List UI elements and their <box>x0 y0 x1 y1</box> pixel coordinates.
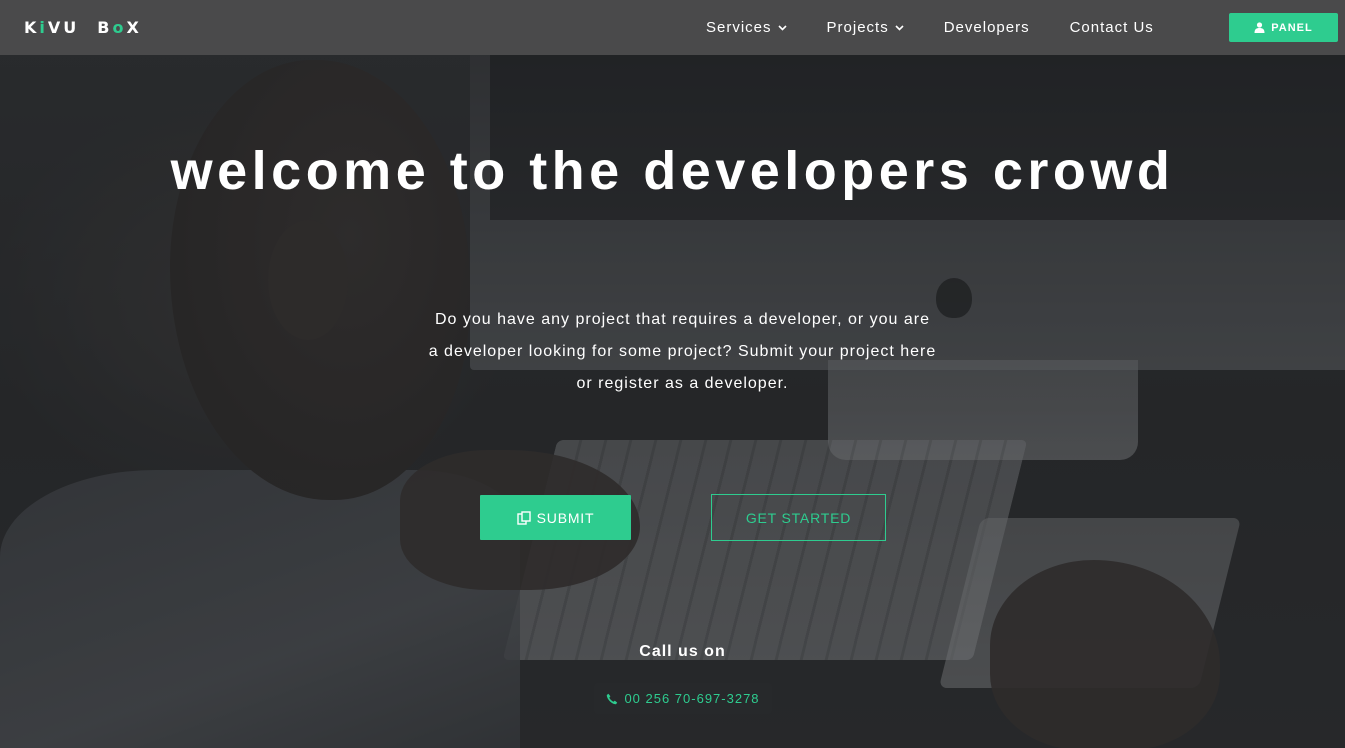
hero-description-line: a developer looking for some project? Su… <box>428 343 937 360</box>
brand-letter: U <box>63 17 80 37</box>
brand-letter: X <box>126 17 142 37</box>
brand-letter: B <box>97 17 113 37</box>
phone-icon <box>606 693 618 705</box>
nav-item-label: Services <box>706 19 772 36</box>
brand-letter: i <box>39 17 48 37</box>
nav-item-label: Contact Us <box>1069 19 1154 36</box>
brand-letter: V <box>47 17 64 37</box>
nav-item-developers[interactable]: Developers <box>944 19 1030 36</box>
submit-button[interactable]: SUBMIT <box>480 495 631 540</box>
top-navbar: K i V U B o X Services Projects Develope… <box>0 0 1345 55</box>
get-started-button[interactable]: GET STARTED <box>711 494 886 541</box>
panel-button-label: PANEL <box>1271 21 1313 34</box>
nav-item-contact-us[interactable]: Contact Us <box>1070 19 1154 36</box>
call-us-label: Call us on <box>639 643 726 660</box>
brand-letter: o <box>112 17 127 37</box>
brand-letter: K <box>24 17 40 37</box>
nav-item-projects[interactable]: Projects <box>827 19 904 36</box>
hero-description: Do you have any project that requires a … <box>400 304 965 400</box>
get-started-button-label: GET STARTED <box>745 509 852 526</box>
hero-description-line: or register as a developer. <box>576 375 789 392</box>
hero-description-line: Do you have any project that requires a … <box>434 311 931 328</box>
nav-item-label: Projects <box>826 19 889 36</box>
submit-button-label: SUBMIT <box>536 509 595 526</box>
brand-logo[interactable]: K i V U B o X <box>24 15 142 39</box>
chevron-down-icon <box>777 23 787 33</box>
nav-links: Services Projects Developers Contact Us <box>706 0 1194 55</box>
hero-title: welcome to the developers crowd <box>170 141 1175 201</box>
phone-number: 00 256 70-697-3278 <box>624 691 760 706</box>
nav-item-services[interactable]: Services <box>706 19 787 36</box>
phone-number-link[interactable]: 00 256 70-697-3278 <box>594 683 772 714</box>
document-icon <box>516 510 531 525</box>
nav-item-label: Developers <box>943 19 1030 36</box>
panel-button[interactable]: PANEL <box>1229 13 1338 42</box>
user-icon <box>1254 22 1265 33</box>
chevron-down-icon <box>895 23 904 33</box>
